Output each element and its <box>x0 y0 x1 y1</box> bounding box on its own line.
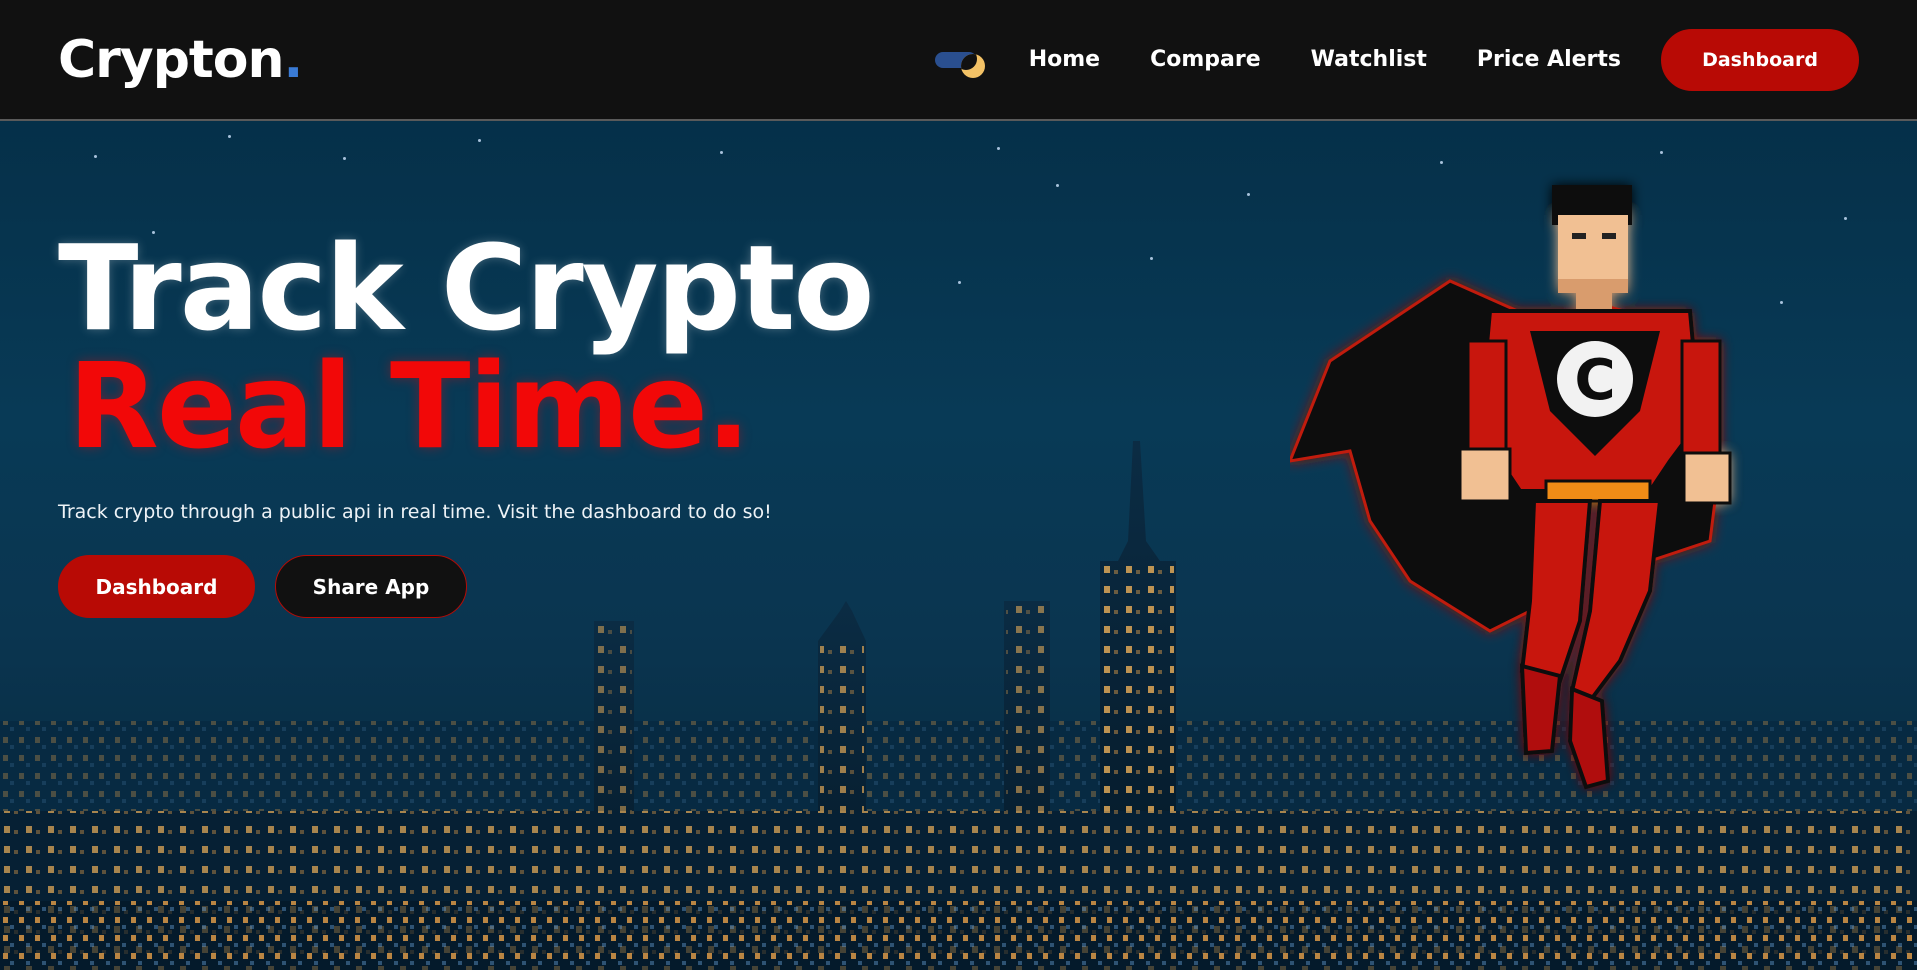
nav-link-home[interactable]: Home <box>1029 47 1100 72</box>
hero-buttons: Dashboard Share App <box>58 555 873 618</box>
share-app-button[interactable]: Share App <box>275 555 467 618</box>
logo-text: Crypton <box>58 29 285 90</box>
nav-link-price-alerts[interactable]: Price Alerts <box>1477 47 1621 72</box>
hero-title-line2: Real Time. <box>68 337 751 475</box>
mascot-emblem-letter: C <box>1574 348 1615 413</box>
logo-dot: . <box>283 29 304 90</box>
superhero-mascot: C <box>1290 185 1732 790</box>
hero-dashboard-button[interactable]: Dashboard <box>58 555 255 618</box>
nav-link-watchlist[interactable]: Watchlist <box>1311 47 1427 72</box>
hero-section: Track Crypto Real Time. Track crypto thr… <box>0 121 1917 970</box>
main-nav: Home Compare Watchlist Price Alerts Dash… <box>933 28 1859 91</box>
theme-toggle[interactable] <box>933 40 985 80</box>
header-dashboard-button[interactable]: Dashboard <box>1661 28 1859 91</box>
moon-icon <box>960 53 985 78</box>
hero-title-line1: Track Crypto <box>58 219 875 357</box>
logo[interactable]: Crypton. <box>58 29 304 90</box>
site-header: Crypton. Home Compare Watchlist Price Al… <box>0 0 1917 121</box>
nav-link-compare[interactable]: Compare <box>1150 47 1261 72</box>
hero-subtitle: Track crypto through a public api in rea… <box>58 501 772 523</box>
hero-content: Track Crypto Real Time. Track crypto thr… <box>58 219 875 618</box>
